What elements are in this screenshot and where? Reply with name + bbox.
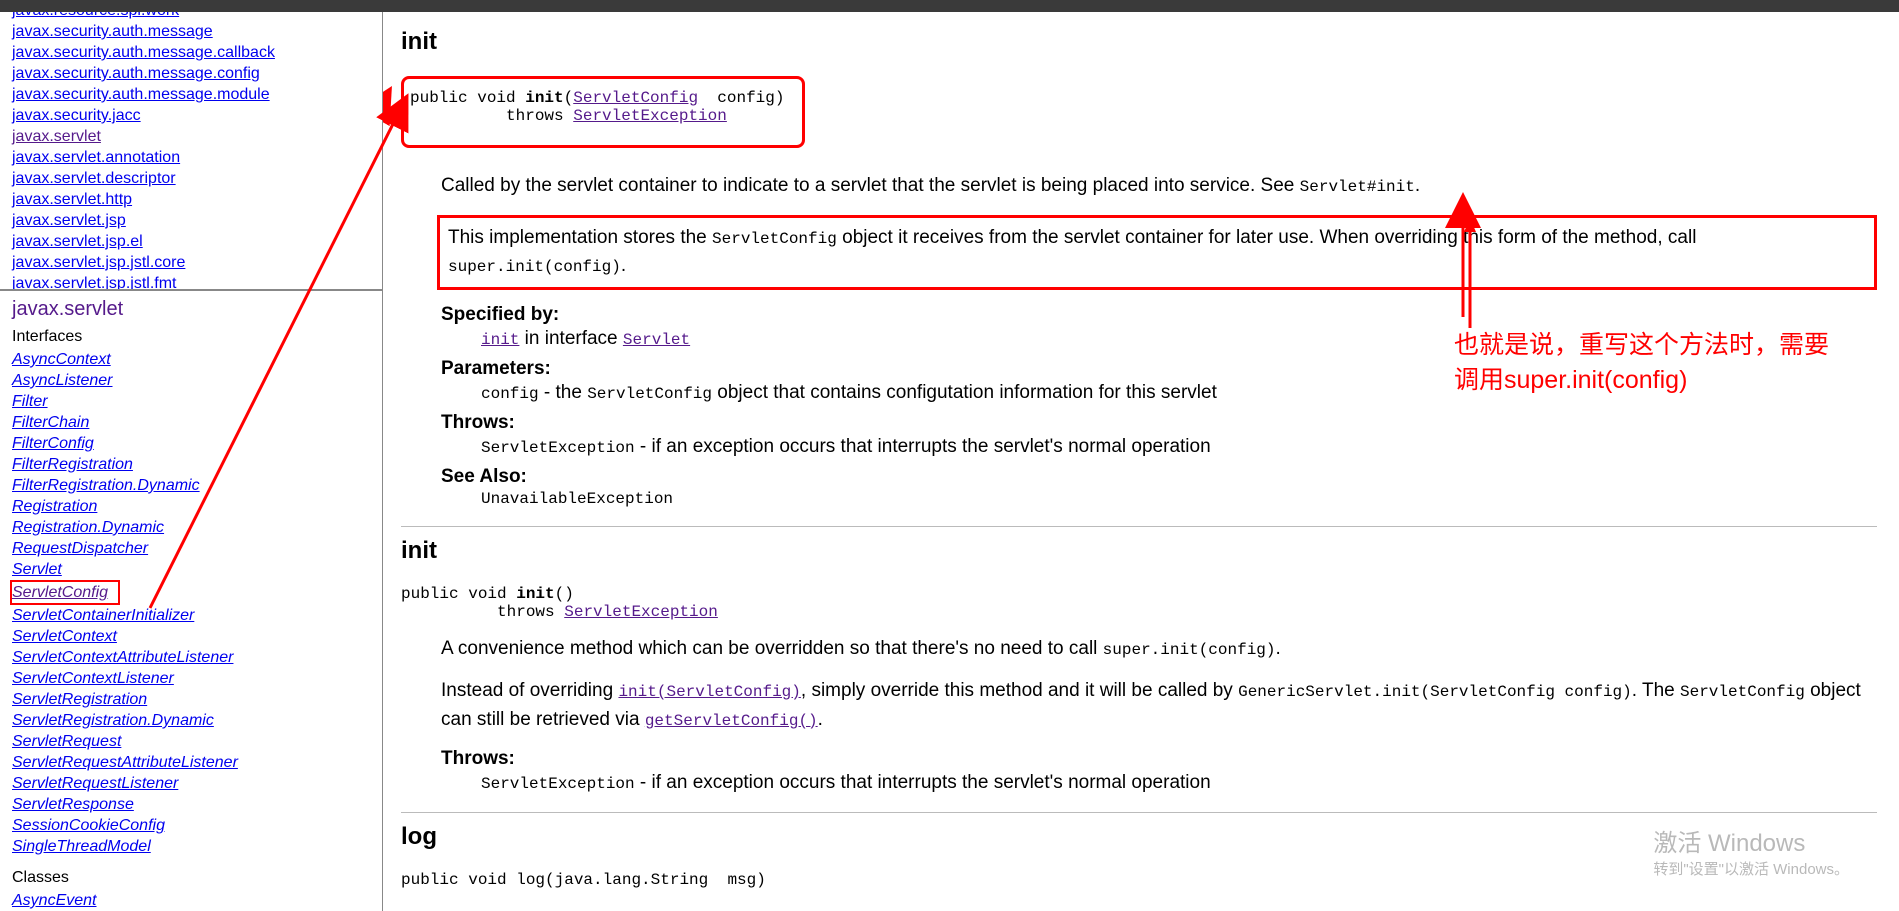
- interface-link[interactable]: FilterRegistration.Dynamic: [12, 475, 374, 496]
- method-heading-init1: init: [401, 28, 1877, 56]
- seealso-value: UnavailableException: [441, 490, 1877, 508]
- interface-link[interactable]: ServletContextListener: [12, 668, 374, 689]
- interface-link[interactable]: Servlet: [12, 559, 374, 580]
- type-link-servletconfig[interactable]: ServletConfig: [573, 89, 698, 107]
- link-init-servletconfig[interactable]: init(ServletConfig): [618, 683, 800, 701]
- selected-interface-highlight: ServletConfig: [10, 580, 120, 605]
- main-content: init public void init(ServletConfig conf…: [383, 12, 1899, 911]
- package-link[interactable]: javax.servlet: [12, 126, 374, 147]
- package-link[interactable]: javax.security.auth.message.callback: [12, 42, 374, 63]
- package-link[interactable]: javax.security.auth.message: [12, 21, 374, 42]
- interface-link[interactable]: ServletConfig: [12, 582, 108, 603]
- class-link[interactable]: AsyncEvent: [12, 890, 374, 911]
- package-link[interactable]: javax.servlet.jsp.jstl.fmt: [12, 273, 374, 289]
- package-link[interactable]: javax.security.auth.message.config: [12, 63, 374, 84]
- seealso-label: See Also:: [441, 466, 1877, 488]
- interface-link[interactable]: SessionCookieConfig: [12, 815, 374, 836]
- package-list-pane[interactable]: javax.resource.spi.workjavax.security.au…: [0, 12, 382, 289]
- method-heading-init2: init: [401, 537, 1877, 565]
- interface-link[interactable]: RequestDispatcher: [12, 538, 374, 559]
- classes-heading: Classes: [12, 867, 374, 888]
- package-link[interactable]: javax.servlet.jsp.jstl.core: [12, 252, 374, 273]
- method-description: Instead of overriding init(ServletConfig…: [401, 677, 1877, 734]
- divider: [401, 526, 1877, 527]
- divider: [401, 812, 1877, 813]
- sidebar: javax.resource.spi.workjavax.security.au…: [0, 12, 383, 911]
- package-link[interactable]: javax.servlet.jsp.el: [12, 231, 374, 252]
- package-title: javax.servlet: [12, 299, 374, 320]
- interface-link[interactable]: Registration.Dynamic: [12, 517, 374, 538]
- package-link[interactable]: javax.resource.spi.work: [12, 12, 374, 21]
- signature-box: public void init(ServletConfig config) t…: [401, 76, 805, 148]
- interface-link[interactable]: SingleThreadModel: [12, 836, 374, 857]
- interface-link[interactable]: ServletContext: [12, 626, 374, 647]
- interface-link[interactable]: ServletResponse: [12, 794, 374, 815]
- throws-row: ServletException - if an exception occur…: [441, 436, 1877, 458]
- package-link[interactable]: javax.servlet.annotation: [12, 147, 374, 168]
- window-titlebar: [0, 0, 1899, 12]
- interface-link[interactable]: ServletContainerInitializer: [12, 605, 374, 626]
- throws-row: ServletException - if an exception occur…: [441, 772, 1877, 794]
- interface-link[interactable]: ServletRegistration.Dynamic: [12, 710, 374, 731]
- package-link[interactable]: javax.security.jacc: [12, 105, 374, 126]
- method-signature: public void init(ServletConfig config) t…: [410, 89, 784, 125]
- package-link[interactable]: javax.servlet.descriptor: [12, 168, 374, 189]
- class-list-pane[interactable]: javax.servlet Interfaces AsyncContextAsy…: [0, 289, 382, 911]
- throws-label: Throws:: [441, 412, 1877, 434]
- interface-link[interactable]: FilterChain: [12, 412, 374, 433]
- interface-link[interactable]: ServletRequestListener: [12, 773, 374, 794]
- link-servlet[interactable]: Servlet: [623, 331, 690, 349]
- package-link[interactable]: javax.security.auth.message.module: [12, 84, 374, 105]
- specified-by-label: Specified by:: [441, 304, 1877, 326]
- interface-link[interactable]: ServletRequest: [12, 731, 374, 752]
- interface-link[interactable]: AsyncListener: [12, 370, 374, 391]
- type-link-servletexception[interactable]: ServletException: [573, 107, 727, 125]
- interface-link[interactable]: ServletRequestAttributeListener: [12, 752, 374, 773]
- interface-link[interactable]: Registration: [12, 496, 374, 517]
- interface-link[interactable]: ServletContextAttributeListener: [12, 647, 374, 668]
- package-link[interactable]: javax.servlet.http: [12, 189, 374, 210]
- interface-link[interactable]: AsyncContext: [12, 349, 374, 370]
- windows-activation-watermark: 激活 Windows 转到"设置"以激活 Windows。: [1653, 823, 1849, 879]
- interfaces-heading: Interfaces: [12, 326, 374, 347]
- method-description: Called by the servlet container to indic…: [401, 172, 1877, 201]
- interface-link[interactable]: ServletRegistration: [12, 689, 374, 710]
- throws-label: Throws:: [441, 748, 1877, 770]
- method-description: A convenience method which can be overri…: [401, 635, 1877, 664]
- interface-link[interactable]: FilterConfig: [12, 433, 374, 454]
- link-getservletconfig[interactable]: getServletConfig(): [645, 712, 818, 730]
- interface-link[interactable]: FilterRegistration: [12, 454, 374, 475]
- type-link-servletexception[interactable]: ServletException: [564, 603, 718, 621]
- annotation-text: 也就是说，重写这个方法时，需要 调用super.init(config): [1454, 328, 1829, 398]
- interface-link[interactable]: Filter: [12, 391, 374, 412]
- link-init[interactable]: init: [481, 331, 519, 349]
- method-signature: public void init() throws ServletExcepti…: [401, 585, 1877, 621]
- package-link[interactable]: javax.servlet.jsp: [12, 210, 374, 231]
- highlighted-paragraph: This implementation stores the ServletCo…: [437, 215, 1877, 290]
